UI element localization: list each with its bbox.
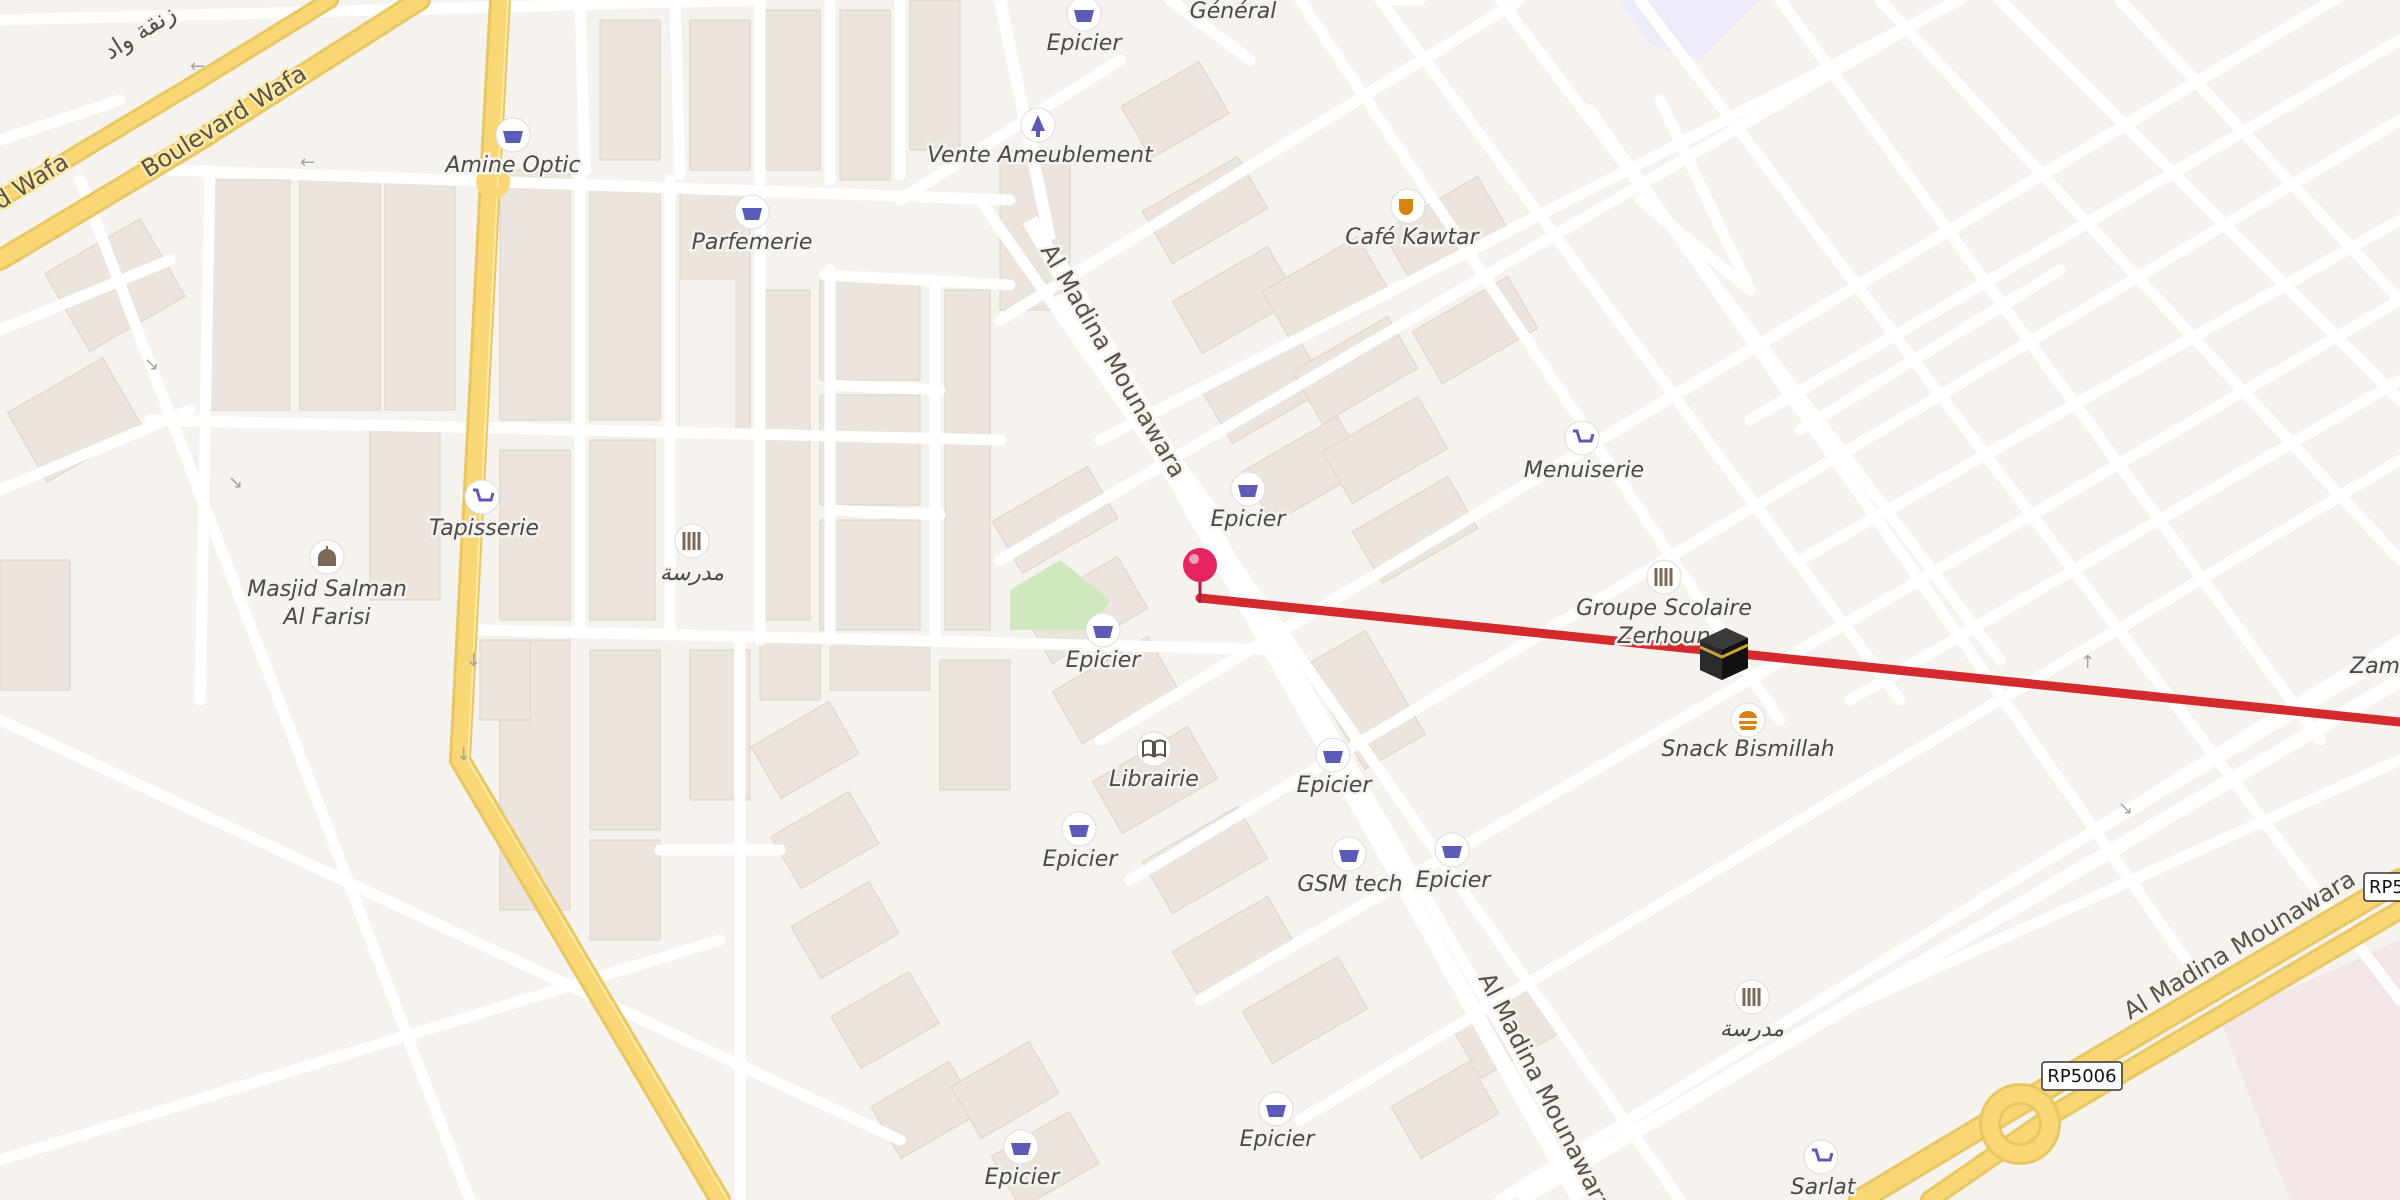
svg-text:Epicier: Epicier (985, 1165, 1062, 1190)
svg-text:Vente Ameublement: Vente Ameublement (927, 143, 1154, 168)
basket-icon (1238, 485, 1258, 497)
basket-icon (1323, 751, 1343, 763)
svg-text:Amine Optic: Amine Optic (443, 153, 580, 178)
cafe-icon (1399, 199, 1413, 215)
svg-text:مدرسة: مدرسة (660, 561, 724, 586)
poi-label-general: Général (1190, 0, 1277, 24)
svg-text:Café Kawtar: Café Kawtar (1345, 225, 1480, 250)
basket-icon (1093, 626, 1113, 638)
basket-icon (1074, 10, 1094, 22)
svg-text:Parfemerie: Parfemerie (692, 230, 813, 255)
svg-text:Tapisserie: Tapisserie (429, 516, 539, 541)
basket-icon (1069, 825, 1089, 837)
svg-text:RP5: RP5 (2369, 877, 2400, 898)
svg-text:↘: ↘ (2118, 798, 2133, 819)
basket-icon (1339, 850, 1359, 862)
svg-text:Epicier: Epicier (1297, 773, 1374, 798)
svg-text:مدرسة: مدرسة (1720, 1017, 1784, 1042)
svg-text:Epicier: Epicier (1066, 648, 1143, 673)
svg-text:Epicier: Epicier (1043, 847, 1120, 872)
basket-icon (742, 208, 762, 220)
road-shield-rp-edge: RP5 (2363, 872, 2400, 902)
svg-text:Epicier: Epicier (1047, 31, 1124, 56)
svg-text:RP5006: RP5006 (2047, 1066, 2116, 1087)
svg-text:Librairie: Librairie (1109, 767, 1199, 792)
basket-icon (1442, 846, 1462, 858)
svg-text:Zerhoun: Zerhoun (1617, 624, 1711, 649)
svg-text:Masjid Salman: Masjid Salman (247, 577, 407, 602)
poi-label-zam: Zam (2349, 654, 2400, 679)
svg-text:↘: ↘ (228, 472, 243, 493)
svg-text:Epicier: Epicier (1416, 868, 1493, 893)
svg-text:Snack Bismillah: Snack Bismillah (1661, 737, 1834, 762)
svg-text:Groupe Scolaire: Groupe Scolaire (1576, 596, 1752, 621)
svg-text:Al Farisi: Al Farisi (281, 605, 370, 630)
svg-text:←: ← (300, 152, 315, 173)
svg-text:↓: ↓ (456, 744, 471, 765)
road-shield-rp5006: RP5006 (2041, 1061, 2123, 1091)
svg-text:←: ← (190, 56, 205, 77)
basket-icon (503, 131, 523, 143)
svg-text:GSM tech: GSM tech (1297, 872, 1402, 897)
basket-icon (1011, 1143, 1031, 1155)
svg-text:↘: ↘ (144, 354, 159, 375)
map-canvas[interactable]: Boulevard Wafa d Wafa زنقة واد Al Madina… (0, 0, 2400, 1200)
svg-text:↓: ↓ (466, 650, 481, 671)
svg-text:Menuiserie: Menuiserie (1524, 458, 1644, 483)
svg-text:Epicier: Epicier (1211, 507, 1288, 532)
basket-icon (1266, 1105, 1286, 1117)
svg-text:Sarlat: Sarlat (1791, 1175, 1857, 1200)
svg-text:Epicier: Epicier (1240, 1127, 1317, 1152)
svg-text:↑: ↑ (2080, 652, 2095, 673)
